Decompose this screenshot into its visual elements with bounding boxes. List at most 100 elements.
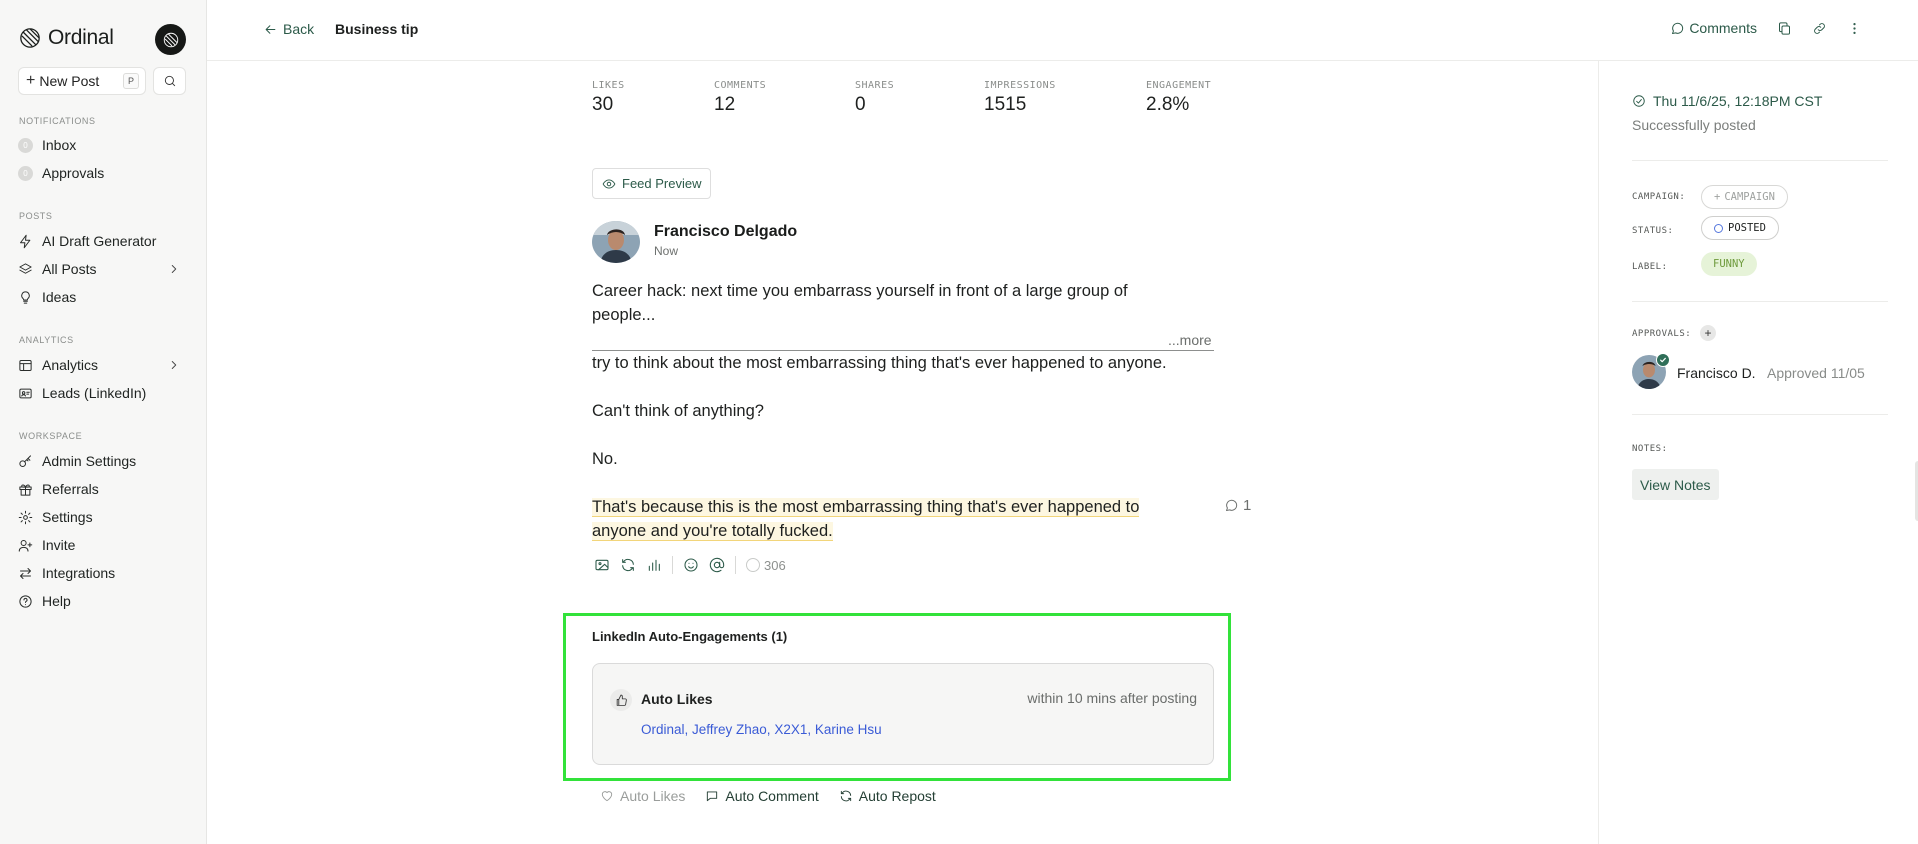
image-icon[interactable] — [594, 557, 610, 573]
auto-likes-button[interactable]: Auto Likes — [600, 788, 685, 804]
comments-button[interactable]: Comments — [1670, 20, 1757, 36]
thumbs-up-icon — [610, 689, 632, 711]
sidebar-item-referrals[interactable]: Referrals — [18, 477, 190, 501]
ordinal-logo-icon — [20, 28, 40, 48]
check-glyph — [1660, 357, 1666, 363]
workspace-avatar[interactable] — [155, 24, 186, 55]
sidebar-item-invite[interactable]: Invite — [18, 533, 190, 557]
metric-label: SHARES — [855, 80, 895, 91]
auto-repost-button[interactable]: Auto Repost — [839, 788, 936, 804]
comments-label: Comments — [1689, 20, 1757, 36]
status-label: STATUS: — [1632, 226, 1674, 236]
page-title: Business tip — [335, 21, 419, 37]
speech-bubble-icon — [1226, 499, 1238, 511]
bar-chart-icon[interactable] — [646, 557, 662, 573]
post-detail: LIKES 30 COMMENTS 12 SHARES 0 IMPRESSION… — [207, 61, 1598, 844]
back-label: Back — [283, 21, 315, 37]
inline-comment-count[interactable]: 1 — [1224, 497, 1251, 514]
sidebar-item-integrations[interactable]: Integrations — [18, 561, 190, 585]
auto-engagement-actions: Auto Likes Auto Comment Auto Repost — [600, 788, 936, 804]
sidebar-item-ideas[interactable]: Ideas — [18, 285, 190, 309]
lightbulb-icon — [21, 290, 30, 304]
auto-likes-label: Auto Likes — [620, 788, 686, 804]
approvals-count-badge: 0 — [18, 165, 33, 181]
metric-likes: LIKES 30 — [592, 80, 625, 116]
chevron-right-icon[interactable] — [167, 262, 181, 276]
notes-label: NOTES: — [1632, 444, 1668, 454]
author-name[interactable]: Francisco Delgado — [654, 223, 797, 241]
post-time: Now — [654, 244, 679, 258]
at-sign-icon[interactable] — [709, 557, 725, 573]
dashboard-icon — [19, 359, 32, 371]
chevron-right-icon[interactable] — [167, 358, 181, 372]
label-chip[interactable]: FUNNY — [1701, 252, 1757, 276]
approved-check-icon — [1656, 353, 1670, 367]
panel-divider — [1632, 160, 1888, 161]
auto-comment-button[interactable]: Auto Comment — [705, 788, 819, 804]
new-post-button[interactable]: + New Post P — [18, 67, 146, 95]
approval-date: Approved 11/05 — [1767, 365, 1865, 381]
refresh-icon[interactable] — [620, 557, 636, 573]
metric-shares: SHARES 0 — [855, 80, 894, 116]
sidebar-item-label: Analytics — [42, 357, 99, 373]
sidebar-item-help[interactable]: Help — [18, 589, 190, 613]
toolbar-divider — [735, 556, 736, 574]
sidebar-item-approvals[interactable]: 0 Approvals — [18, 161, 190, 185]
more-vertical-icon[interactable] — [1847, 21, 1862, 36]
comment-icon — [707, 791, 718, 802]
arrow-left-icon — [265, 24, 276, 34]
commented-text[interactable]: anyone and you're totally fucked. — [592, 522, 833, 541]
header-actions: Comments — [1670, 20, 1862, 36]
auto-likes-accounts[interactable]: Ordinal, Jeffrey Zhao, X2X1, Karine Hsu — [641, 722, 882, 737]
search-button[interactable] — [153, 67, 186, 95]
author-photo — [592, 221, 640, 263]
see-more-link[interactable]: ...more — [1168, 332, 1212, 348]
sidebar-item-analytics[interactable]: Analytics — [18, 353, 190, 377]
metric-label: ENGAGEMENT — [1146, 80, 1212, 91]
auto-likes-card[interactable]: Auto Likes within 10 mins after posting … — [592, 663, 1214, 765]
section-label-notifications: NOTIFICATIONS — [19, 116, 96, 126]
id-card-icon — [19, 388, 32, 398]
campaign-chip-label: CAMPAIGN — [1724, 191, 1775, 203]
sidebar-item-label: Admin Settings — [42, 453, 137, 469]
sidebar-item-label: Ideas — [42, 289, 77, 305]
post-paragraph-commented[interactable]: That's because this is the most embarras… — [592, 495, 1232, 543]
eye-icon — [602, 178, 616, 189]
sidebar-item-ai-draft-generator[interactable]: AI Draft Generator — [18, 229, 190, 253]
ordinal-logo-icon — [163, 32, 178, 47]
post-paragraph: No. — [592, 450, 618, 468]
feed-preview-button[interactable]: Feed Preview — [592, 168, 712, 199]
help-circle-icon — [19, 594, 32, 608]
sidebar-item-label: Referrals — [42, 481, 99, 497]
sidebar-item-admin-settings[interactable]: Admin Settings — [18, 449, 190, 473]
shortcut-key: P — [123, 73, 139, 89]
copy-icon[interactable] — [1777, 21, 1792, 36]
back-button[interactable]: Back — [263, 21, 314, 37]
status-chip[interactable]: POSTED — [1701, 216, 1779, 240]
posted-date: Thu 11/6/25, 12:18PM CST — [1632, 93, 1822, 109]
sidebar-item-leads[interactable]: Leads (LinkedIn) — [18, 381, 190, 405]
metric-label: IMPRESSIONS — [984, 80, 1056, 91]
sidebar-item-inbox[interactable]: 0 Inbox — [18, 133, 190, 157]
sidebar-item-settings[interactable]: Settings — [18, 505, 190, 529]
inbox-count-badge: 0 — [18, 137, 33, 153]
link-icon[interactable] — [1812, 21, 1827, 36]
sidebar-item-all-posts[interactable]: All Posts — [18, 257, 190, 281]
key-icon — [19, 454, 31, 467]
panel-divider — [1632, 301, 1888, 302]
plus-icon: + — [26, 72, 36, 89]
campaign-chip[interactable]: + CAMPAIGN — [1701, 185, 1788, 209]
sidebar-item-label: Approvals — [42, 165, 105, 181]
metric-value: 12 — [714, 94, 736, 115]
editor-toolbar: 306 — [594, 556, 786, 574]
smiley-icon[interactable] — [683, 557, 699, 573]
sidebar-item-label: Leads (LinkedIn) — [42, 385, 147, 401]
sidebar-item-label: Settings — [42, 509, 93, 525]
brand-logo[interactable]: Ordinal — [19, 26, 114, 50]
add-approval-button[interactable]: + — [1700, 325, 1716, 341]
character-count-value: 306 — [764, 557, 786, 573]
view-notes-button[interactable]: View Notes — [1632, 469, 1719, 500]
auto-likes-timing: within 10 mins after posting — [1027, 690, 1197, 706]
post-paragraph: Can't think of anything? — [592, 402, 764, 420]
commented-text[interactable]: That's because this is the most embarras… — [592, 498, 1140, 517]
